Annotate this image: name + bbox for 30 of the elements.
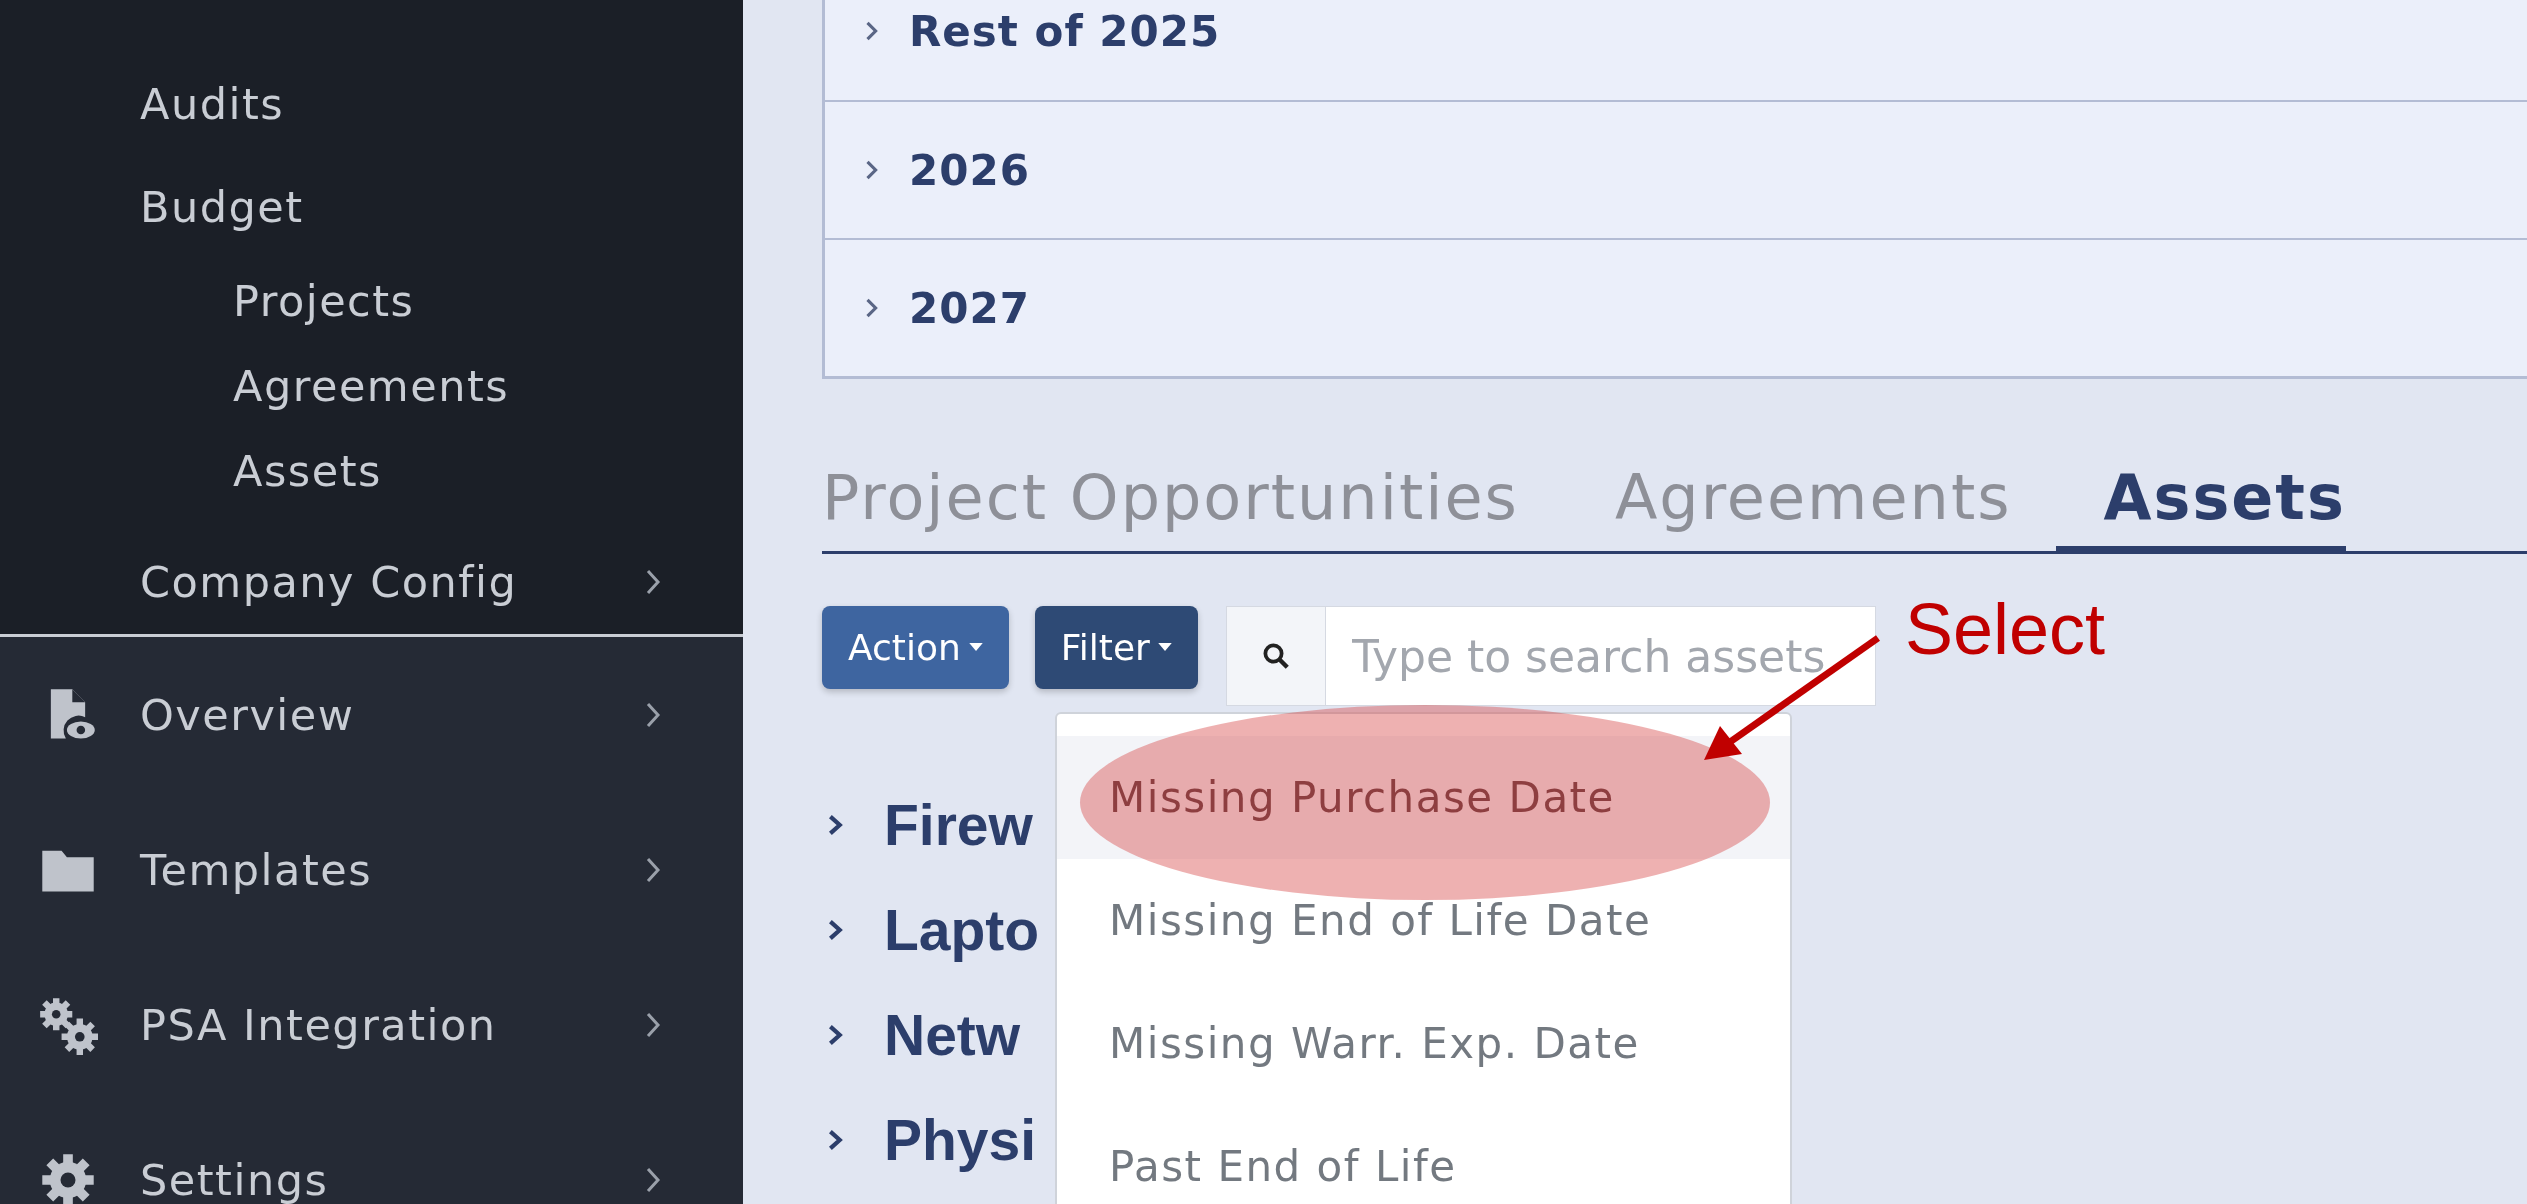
menu-item[interactable]: Missing Purchase Date <box>1057 736 1790 859</box>
accordion-row[interactable]: Rest of 2025 <box>825 0 2527 100</box>
dropdown-button[interactable]: Action <box>822 606 1009 689</box>
sidebar-item[interactable]: Audits <box>0 52 743 155</box>
annotation-label: Select <box>1905 588 2106 670</box>
tab[interactable]: Assets <box>2055 441 2346 554</box>
asset-group-title[interactable]: Netw <box>884 1001 1021 1068</box>
sidebar-item[interactable]: Templates <box>0 792 743 947</box>
dropdown-button[interactable]: Filter <box>1034 606 1198 689</box>
menu-item[interactable]: Missing End of Life Date <box>1057 859 1790 982</box>
accordion-row[interactable]: 2026 <box>825 100 2527 238</box>
menu-item[interactable]: Missing Warr. Exp. Date <box>1057 982 1790 1105</box>
search-icon <box>1260 641 1291 671</box>
accordion-row[interactable]: 2027 <box>825 238 2527 376</box>
asset-group-title[interactable]: Firew <box>884 791 1033 858</box>
caret-icon <box>968 643 983 652</box>
menu-item[interactable]: Past End of Life <box>1057 1105 1790 1204</box>
caret-icon <box>1157 643 1172 652</box>
asset-group-title[interactable]: Lapto <box>884 896 1040 963</box>
accordion-title: Rest of 2025 <box>909 6 1221 56</box>
sidebar-subitem[interactable]: Projects <box>0 258 743 343</box>
sidebar-subitem[interactable]: Agreements <box>0 343 743 428</box>
sidebar-subitem[interactable]: Assets <box>0 428 743 513</box>
sidebar-item[interactable]: Budget <box>0 155 743 258</box>
accordion-title: 2026 <box>909 145 1030 195</box>
sidebar-item[interactable]: Settings <box>0 1102 743 1204</box>
asset-group-title[interactable]: Physi <box>884 1106 1037 1173</box>
sidebar-item[interactable]: PSA Integration <box>0 947 743 1102</box>
search-field[interactable]: Type to search assets <box>1325 606 1876 706</box>
accordion-title: 2027 <box>909 283 1030 333</box>
